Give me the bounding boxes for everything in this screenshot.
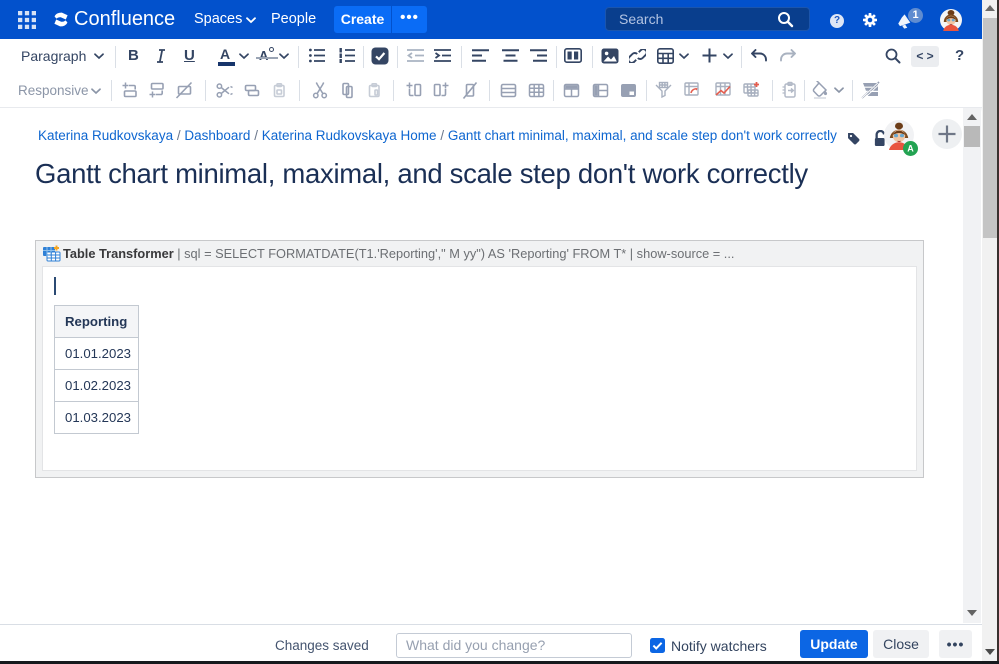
svg-text:A: A xyxy=(907,144,914,154)
